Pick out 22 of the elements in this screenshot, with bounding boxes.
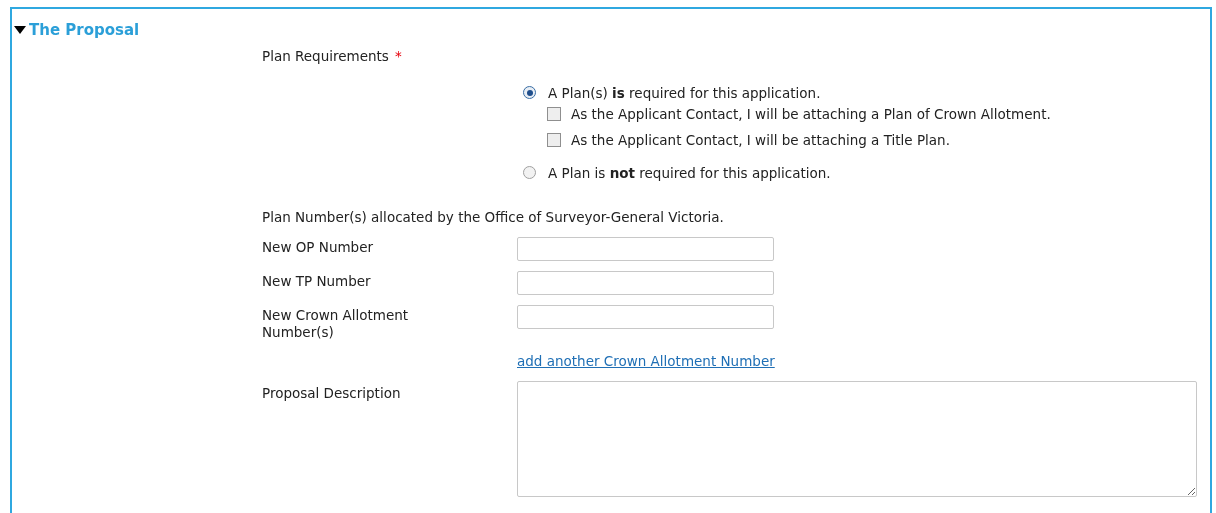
checkbox-label: As the Applicant Contact, I will be attaching a Plan of Crown Allotment. (571, 105, 1051, 124)
caret-icon (14, 26, 26, 35)
checkbox[interactable] (547, 133, 561, 148)
intro-text: Plan Number(s) allocated by the Office of Surveyor-General Victoria. (262, 207, 725, 227)
add-link[interactable]: add another Crown Allotment Number (517, 353, 775, 369)
field-label: New OP Number (262, 238, 375, 257)
field-label: New Crown Allotment Number(s) (262, 306, 410, 341)
section-toggle[interactable]: The Proposal (14, 19, 140, 42)
radio-button[interactable] (523, 86, 536, 100)
input-field[interactable] (517, 305, 774, 329)
description-field[interactable] (517, 381, 1197, 498)
field-label: New TP Number (262, 272, 372, 291)
field-label: Plan Requirements (262, 46, 389, 66)
required-asterisk: * (394, 46, 402, 66)
checkbox[interactable] (547, 107, 561, 122)
radio-button[interactable] (523, 166, 536, 180)
field-label: Proposal Description (262, 384, 402, 404)
input-field[interactable] (517, 271, 774, 295)
radio-label: A Plan is not required for this application. (548, 163, 831, 183)
checkbox-label: As the Applicant Contact, I will be attaching a Title Plan. (571, 131, 950, 151)
input-field[interactable] (517, 237, 774, 261)
radio-label: A Plan(s) is required for this application. (548, 83, 821, 103)
